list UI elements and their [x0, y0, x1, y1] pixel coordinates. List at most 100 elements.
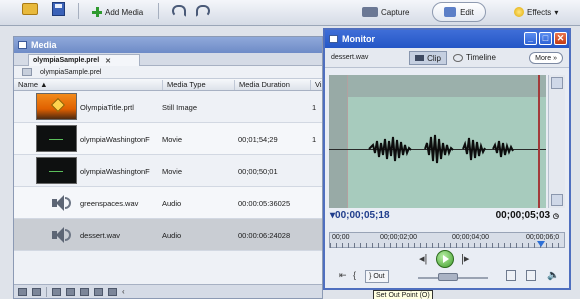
media-panel: Media olympiaSample.prel ✕ olympiaSample…: [13, 36, 323, 299]
row-type: Audio: [162, 231, 182, 240]
ruler-label: 00;00;04;00: [452, 234, 489, 241]
row-name: OlympiaTitle.prtl: [80, 103, 134, 112]
list-view-icon[interactable]: [18, 287, 27, 296]
divider: [46, 286, 47, 297]
row-type: Audio: [162, 199, 182, 208]
monitor-title-bar: Monitor _ □ ✕: [325, 30, 569, 48]
table-row[interactable]: OlympiaTitle.prtl Still Image 1: [14, 91, 322, 123]
edit-button[interactable]: Edit: [432, 2, 486, 22]
row-duration: 00;00;50;01: [238, 167, 278, 176]
media-list: OlympiaTitle.prtl Still Image 1 olympiaW…: [14, 91, 322, 251]
ruler-label: 00;00;06;0: [526, 234, 560, 241]
ruler-ticks: [330, 243, 564, 248]
column-video[interactable]: Vi: [310, 80, 322, 90]
close-icon[interactable]: ✕: [105, 57, 111, 65]
trash-icon[interactable]: [108, 287, 117, 296]
undo-icon[interactable]: [172, 5, 186, 17]
transport-controls: ◂| |▸: [325, 250, 569, 268]
column-name-label: Name: [18, 80, 39, 89]
find-icon[interactable]: [66, 287, 75, 296]
add-media-button[interactable]: Add Media: [92, 3, 143, 21]
tooltip: Set Out Point (O): [373, 290, 433, 299]
timeline-view-button[interactable]: Timeline: [453, 53, 496, 62]
row-duration: 00;01;54;29: [238, 135, 278, 144]
row-vi: 1: [312, 103, 317, 112]
sort-up-icon: ▲: [40, 80, 48, 89]
new-bin-icon[interactable]: [80, 287, 89, 296]
storyboard-icon[interactable]: [52, 287, 61, 296]
row-duration: 00:00:06:24028: [238, 231, 291, 240]
project-path-bar: olympiaSample.prel: [14, 66, 322, 79]
timeline-label: Timeline: [466, 53, 496, 62]
save-icon[interactable]: [52, 2, 65, 16]
top-toolbar: Add Media Capture Edit Effects ▾: [0, 0, 580, 26]
icon-view-icon[interactable]: [32, 287, 41, 296]
duration-value: 00;00;05;03: [495, 210, 551, 221]
clip-view-button[interactable]: Clip: [409, 51, 447, 65]
row-duration: 00:00:05:36025: [238, 199, 291, 208]
set-out-point-button[interactable]: } Out: [365, 270, 389, 283]
time-ruler[interactable]: 00;00 00;00;02;00 00;00;04;00 00;00;06;0: [329, 232, 565, 248]
effects-label: Effects: [527, 7, 552, 17]
close-icon[interactable]: ✕: [554, 32, 567, 45]
new-item-icon[interactable]: [94, 287, 103, 296]
media-panel-title: Media: [14, 37, 322, 53]
table-row[interactable]: olympiaWashingtonF Movie 00;01;54;29 1: [14, 123, 322, 155]
scroll-left-icon[interactable]: ‹: [122, 287, 125, 296]
media-bottom-toolbar: ‹: [14, 284, 322, 298]
monitor-header: dessert.wav Clip Timeline More »: [325, 48, 569, 68]
minimize-icon[interactable]: _: [524, 32, 537, 45]
duration-display: 00;00;05;03 ◷: [496, 210, 559, 221]
out-label: Out: [373, 273, 385, 280]
ruler-label: 00;00;02;00: [380, 234, 417, 241]
ruler-label: 00;00: [332, 234, 350, 241]
clip-name: dessert.wav: [331, 54, 369, 61]
shuttle-slider[interactable]: [438, 273, 458, 281]
media-table-header: Name ▲ Media Type Media Duration Vi: [14, 79, 322, 91]
chevron-down-icon: ▾: [554, 7, 559, 17]
bracket-out-icon: }: [369, 273, 372, 280]
trash-icon[interactable]: [506, 270, 516, 281]
safe-margin-icon[interactable]: [526, 270, 536, 281]
media-tabbar: olympiaSample.prel ✕: [14, 53, 322, 66]
project-icon[interactable]: [22, 68, 32, 76]
panel-icon: [18, 41, 27, 49]
scroll-down-icon[interactable]: [551, 194, 563, 206]
waveform-graph: [368, 134, 514, 164]
window-buttons: _ □ ✕: [524, 32, 567, 45]
video-thumbnail: [36, 157, 77, 184]
current-time-display[interactable]: ▾00;00;05;18: [330, 210, 390, 221]
panel-icon: [329, 35, 338, 43]
column-name[interactable]: Name ▲: [14, 80, 48, 90]
plus-icon: [92, 7, 102, 17]
table-row[interactable]: olympiaWashingtonF Movie 00;00;50;01: [14, 155, 322, 187]
set-in-icon[interactable]: ⇤: [339, 270, 347, 281]
audio-waveform-view[interactable]: [329, 75, 546, 208]
table-row-selected[interactable]: dessert.wav Audio 00:00:06:24028: [14, 219, 322, 251]
clock-icon: ◷: [552, 213, 559, 220]
title-thumbnail: [36, 93, 77, 120]
add-media-label: Add Media: [105, 7, 144, 17]
maximize-icon[interactable]: □: [539, 32, 552, 45]
capture-button[interactable]: Capture: [362, 3, 409, 21]
out-point-marker[interactable]: [538, 75, 540, 208]
more-button[interactable]: More »: [529, 52, 563, 64]
column-media-duration[interactable]: Media Duration: [234, 80, 290, 90]
column-media-type[interactable]: Media Type: [162, 80, 206, 90]
step-back-icon[interactable]: ◂|: [419, 252, 427, 265]
bracket-in-icon[interactable]: {: [353, 270, 356, 280]
step-forward-icon[interactable]: |▸: [461, 252, 469, 265]
table-row[interactable]: greenspaces.wav Audio 00:00:05:36025: [14, 187, 322, 219]
effects-button[interactable]: Effects ▾: [514, 3, 558, 21]
thumb-line: [49, 171, 63, 172]
waveform-scrollbar[interactable]: [548, 75, 565, 208]
title-icon: [50, 97, 66, 113]
redo-icon[interactable]: [196, 5, 210, 17]
scroll-up-icon[interactable]: [551, 77, 563, 89]
open-folder-icon[interactable]: [22, 3, 38, 15]
play-button[interactable]: [436, 250, 454, 268]
timecode-row: ▾00;00;05;18 00;00;05;03 ◷: [325, 208, 569, 222]
tab-olympia-sample[interactable]: olympiaSample.prel ✕: [28, 54, 140, 66]
volume-icon[interactable]: 🔈: [547, 270, 559, 281]
playhead-marker[interactable]: [537, 241, 545, 247]
